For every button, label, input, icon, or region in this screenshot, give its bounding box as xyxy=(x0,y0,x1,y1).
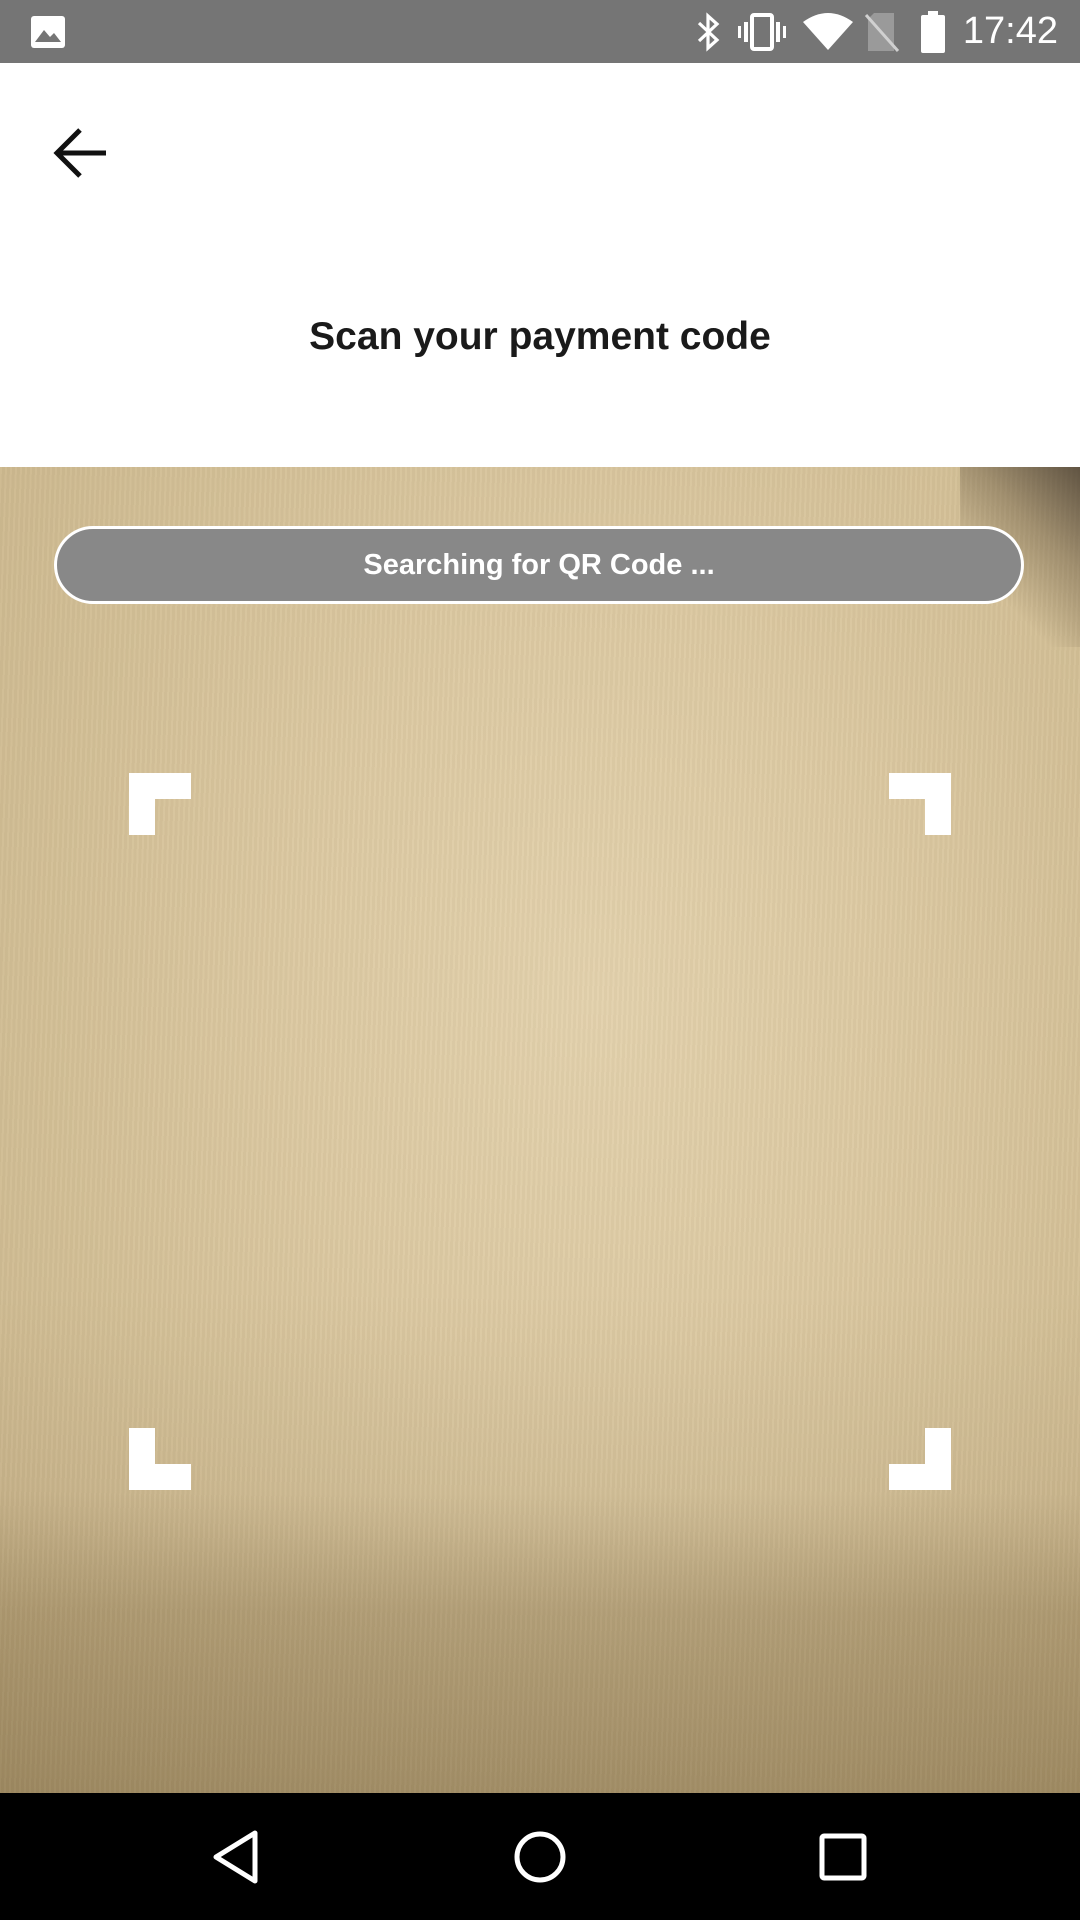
scan-frame-corner-top-right xyxy=(889,773,951,835)
battery-icon xyxy=(918,0,948,63)
header: Scan your payment code xyxy=(0,63,1080,467)
camera-bottom-shade xyxy=(0,1493,1080,1793)
scan-status-pill: Searching for QR Code ... xyxy=(54,526,1024,604)
nav-back-button[interactable] xyxy=(156,1793,316,1920)
vibrate-icon xyxy=(736,0,788,63)
home-circle-icon xyxy=(514,1831,566,1882)
wifi-icon xyxy=(800,0,856,63)
nav-recents-button[interactable] xyxy=(763,1793,923,1920)
scan-status-text: Searching for QR Code ... xyxy=(363,548,715,581)
scan-frame-corner-bottom-left xyxy=(129,1428,191,1490)
recents-square-icon xyxy=(819,1833,867,1880)
scan-frame-corner-top-left xyxy=(129,773,191,835)
bluetooth-icon xyxy=(694,0,724,63)
qr-scan-screen: 17:42 Scan your payment code Searching f… xyxy=(0,0,1080,1920)
arrow-left-icon xyxy=(53,128,106,178)
camera-viewfinder: Searching for QR Code ... xyxy=(0,467,1080,1793)
status-bar: 17:42 xyxy=(0,0,1080,63)
back-triangle-icon xyxy=(213,1830,258,1883)
image-notification-icon xyxy=(30,0,66,63)
back-button[interactable] xyxy=(30,103,130,203)
navigation-bar xyxy=(0,1793,1080,1920)
scan-frame-corner-bottom-right xyxy=(889,1428,951,1490)
no-sim-icon xyxy=(862,0,902,63)
nav-home-button[interactable] xyxy=(460,1793,620,1920)
page-title: Scan your payment code xyxy=(309,315,771,358)
status-bar-clock: 17:42 xyxy=(962,10,1058,52)
